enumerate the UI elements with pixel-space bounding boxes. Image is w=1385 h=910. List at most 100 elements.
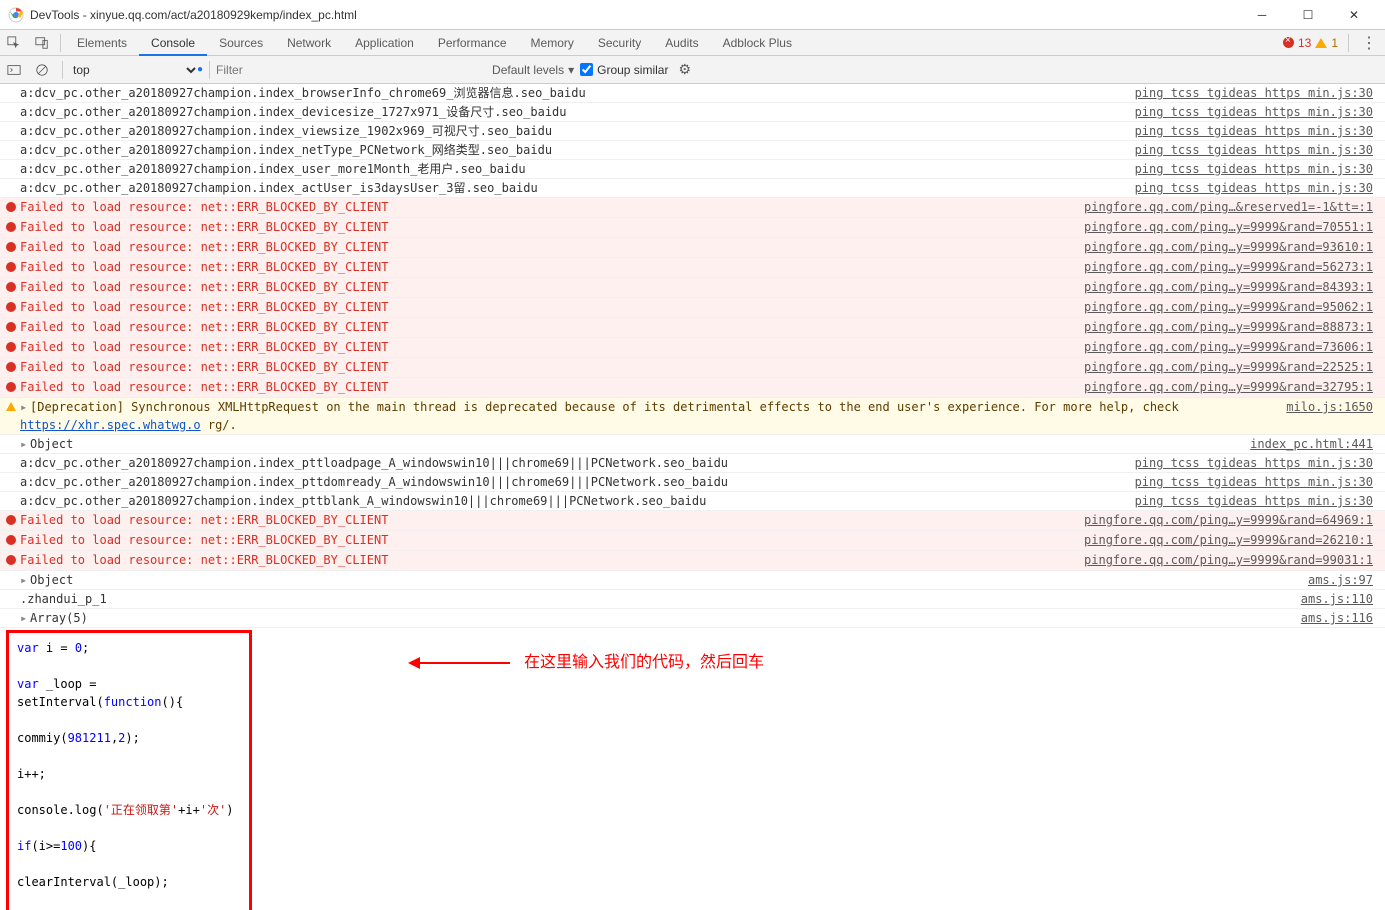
- console-row[interactable]: Failed to load resource: net::ERR_BLOCKE…: [0, 378, 1385, 398]
- source-link[interactable]: ping tcss tgideas https min.js:30: [1135, 122, 1383, 140]
- console-message: Failed to load resource: net::ERR_BLOCKE…: [20, 198, 1084, 217]
- expand-icon[interactable]: ▸: [20, 435, 30, 453]
- console-row[interactable]: a:dcv_pc.other_a20180927champion.index_b…: [0, 84, 1385, 103]
- error-counts[interactable]: 13 1: [1283, 36, 1344, 50]
- source-link[interactable]: pingfore.qq.com/ping…y=9999&rand=88873:1: [1084, 318, 1383, 337]
- console-row[interactable]: Failed to load resource: net::ERR_BLOCKE…: [0, 258, 1385, 278]
- source-link[interactable]: ams.js:97: [1308, 571, 1383, 589]
- console-row[interactable]: Failed to load resource: net::ERR_BLOCKE…: [0, 531, 1385, 551]
- console-filterbar: top ● Default levels ▾ Group similar ⚙: [0, 56, 1385, 84]
- filter-input[interactable]: [216, 59, 486, 81]
- source-link[interactable]: pingfore.qq.com/ping…y=9999&rand=70551:1: [1084, 218, 1383, 237]
- tab-adblock-plus[interactable]: Adblock Plus: [711, 30, 804, 56]
- console-row[interactable]: Failed to load resource: net::ERR_BLOCKE…: [0, 358, 1385, 378]
- inspect-icon[interactable]: [0, 30, 28, 56]
- source-link[interactable]: ping tcss tgideas https min.js:30: [1135, 84, 1383, 102]
- console-row[interactable]: a:dcv_pc.other_a20180927champion.index_u…: [0, 160, 1385, 179]
- device-mode-icon[interactable]: [28, 30, 56, 56]
- source-link[interactable]: ping tcss tgideas https min.js:30: [1135, 454, 1383, 472]
- source-link[interactable]: index_pc.html:441: [1250, 435, 1383, 453]
- tab-application[interactable]: Application: [343, 30, 426, 56]
- source-link[interactable]: milo.js:1650: [1286, 398, 1383, 434]
- console-message: Failed to load resource: net::ERR_BLOCKE…: [20, 338, 1084, 357]
- expand-icon[interactable]: ▸: [20, 398, 30, 416]
- source-link[interactable]: ams.js:116: [1301, 609, 1383, 627]
- tab-audits[interactable]: Audits: [653, 30, 710, 56]
- console-row[interactable]: ▸Objectams.js:97: [0, 571, 1385, 590]
- context-selector[interactable]: top: [69, 59, 199, 81]
- console-settings-icon[interactable]: ⚙: [668, 61, 701, 78]
- expand-icon[interactable]: ▸: [20, 571, 30, 589]
- console-message: Failed to load resource: net::ERR_BLOCKE…: [20, 278, 1084, 297]
- console-row[interactable]: Failed to load resource: net::ERR_BLOCKE…: [0, 551, 1385, 571]
- group-similar-checkbox[interactable]: Group similar: [580, 63, 668, 77]
- warning-count: 1: [1331, 36, 1338, 50]
- console-message: a:dcv_pc.other_a20180927champion.index_b…: [20, 84, 1135, 102]
- source-link[interactable]: pingfore.qq.com/ping…y=9999&rand=26210:1: [1084, 531, 1383, 550]
- source-link[interactable]: pingfore.qq.com/ping…y=9999&rand=56273:1: [1084, 258, 1383, 277]
- tab-performance[interactable]: Performance: [426, 30, 519, 56]
- source-link[interactable]: pingfore.qq.com/ping…y=9999&rand=84393:1: [1084, 278, 1383, 297]
- log-levels-dropdown[interactable]: Default levels ▾: [486, 63, 580, 77]
- source-link[interactable]: ping tcss tgideas https min.js:30: [1135, 160, 1383, 178]
- divider: [209, 61, 210, 79]
- minimize-button[interactable]: ─: [1239, 0, 1285, 30]
- source-link[interactable]: pingfore.qq.com/ping…y=9999&rand=73606:1: [1084, 338, 1383, 357]
- console-message: ▸Object: [20, 571, 1308, 589]
- deprecation-link[interactable]: https://xhr.spec.whatwg.o: [20, 418, 201, 432]
- source-link[interactable]: ping tcss tgideas https min.js:30: [1135, 103, 1383, 121]
- more-menu-icon[interactable]: ⋮: [1353, 33, 1385, 53]
- source-link[interactable]: ping tcss tgideas https min.js:30: [1135, 473, 1383, 491]
- console-row[interactable]: a:dcv_pc.other_a20180927champion.index_p…: [0, 473, 1385, 492]
- source-link[interactable]: pingfore.qq.com/ping…&reserved1=-1&tt=:1: [1084, 198, 1383, 217]
- console-messages[interactable]: a:dcv_pc.other_a20180927champion.index_b…: [0, 84, 1385, 910]
- console-row[interactable]: Failed to load resource: net::ERR_BLOCKE…: [0, 318, 1385, 338]
- source-link[interactable]: ping tcss tgideas https min.js:30: [1135, 492, 1383, 510]
- console-input[interactable]: var i = 0; var _loop = setInterval(funct…: [6, 630, 252, 910]
- console-row[interactable]: Failed to load resource: net::ERR_BLOCKE…: [0, 298, 1385, 318]
- console-row[interactable]: ▸Objectindex_pc.html:441: [0, 435, 1385, 454]
- console-row[interactable]: Failed to load resource: net::ERR_BLOCKE…: [0, 198, 1385, 218]
- expand-icon[interactable]: ▸: [20, 609, 30, 627]
- window-titlebar: DevTools - xinyue.qq.com/act/a20180929ke…: [0, 0, 1385, 30]
- source-link[interactable]: pingfore.qq.com/ping…y=9999&rand=95062:1: [1084, 298, 1383, 317]
- console-row[interactable]: Failed to load resource: net::ERR_BLOCKE…: [0, 278, 1385, 298]
- source-link[interactable]: pingfore.qq.com/ping…y=9999&rand=93610:1: [1084, 238, 1383, 257]
- source-link[interactable]: pingfore.qq.com/ping…y=9999&rand=99031:1: [1084, 551, 1383, 570]
- close-button[interactable]: ✕: [1331, 0, 1377, 30]
- tab-console[interactable]: Console: [139, 30, 207, 56]
- console-message: a:dcv_pc.other_a20180927champion.index_d…: [20, 103, 1135, 121]
- maximize-button[interactable]: ☐: [1285, 0, 1331, 30]
- console-row[interactable]: a:dcv_pc.other_a20180927champion.index_a…: [0, 179, 1385, 198]
- tab-memory[interactable]: Memory: [519, 30, 586, 56]
- tab-sources[interactable]: Sources: [207, 30, 275, 56]
- console-row[interactable]: ▸Array(5)ams.js:116: [0, 609, 1385, 628]
- console-row[interactable]: a:dcv_pc.other_a20180927champion.index_p…: [0, 454, 1385, 473]
- source-link[interactable]: ping tcss tgideas https min.js:30: [1135, 179, 1383, 197]
- console-row[interactable]: Failed to load resource: net::ERR_BLOCKE…: [0, 238, 1385, 258]
- console-message: a:dcv_pc.other_a20180927champion.index_a…: [20, 179, 1135, 197]
- console-row[interactable]: a:dcv_pc.other_a20180927champion.index_p…: [0, 492, 1385, 511]
- console-row[interactable]: Failed to load resource: net::ERR_BLOCKE…: [0, 338, 1385, 358]
- console-row[interactable]: ▸[Deprecation] Synchronous XMLHttpReques…: [0, 398, 1385, 435]
- source-link[interactable]: ams.js:110: [1301, 590, 1383, 608]
- source-link[interactable]: pingfore.qq.com/ping…y=9999&rand=22525:1: [1084, 358, 1383, 377]
- source-link[interactable]: ping tcss tgideas https min.js:30: [1135, 141, 1383, 159]
- console-row[interactable]: a:dcv_pc.other_a20180927champion.index_n…: [0, 141, 1385, 160]
- tab-security[interactable]: Security: [586, 30, 653, 56]
- console-row[interactable]: Failed to load resource: net::ERR_BLOCKE…: [0, 218, 1385, 238]
- console-row[interactable]: a:dcv_pc.other_a20180927champion.index_v…: [0, 122, 1385, 141]
- clear-console-icon[interactable]: [28, 56, 56, 84]
- console-row[interactable]: .zhandui_p_1ams.js:110: [0, 590, 1385, 609]
- console-row[interactable]: a:dcv_pc.other_a20180927champion.index_d…: [0, 103, 1385, 122]
- show-console-sidebar-icon[interactable]: [0, 56, 28, 84]
- console-row[interactable]: Failed to load resource: net::ERR_BLOCKE…: [0, 511, 1385, 531]
- console-message: Failed to load resource: net::ERR_BLOCKE…: [20, 511, 1084, 530]
- tab-elements[interactable]: Elements: [65, 30, 139, 56]
- tab-network[interactable]: Network: [275, 30, 343, 56]
- source-link[interactable]: pingfore.qq.com/ping…y=9999&rand=64969:1: [1084, 511, 1383, 530]
- context-info-icon[interactable]: ●: [197, 64, 203, 75]
- source-link[interactable]: pingfore.qq.com/ping…y=9999&rand=32795:1: [1084, 378, 1383, 397]
- console-message: Failed to load resource: net::ERR_BLOCKE…: [20, 318, 1084, 337]
- console-message: a:dcv_pc.other_a20180927champion.index_p…: [20, 454, 1135, 472]
